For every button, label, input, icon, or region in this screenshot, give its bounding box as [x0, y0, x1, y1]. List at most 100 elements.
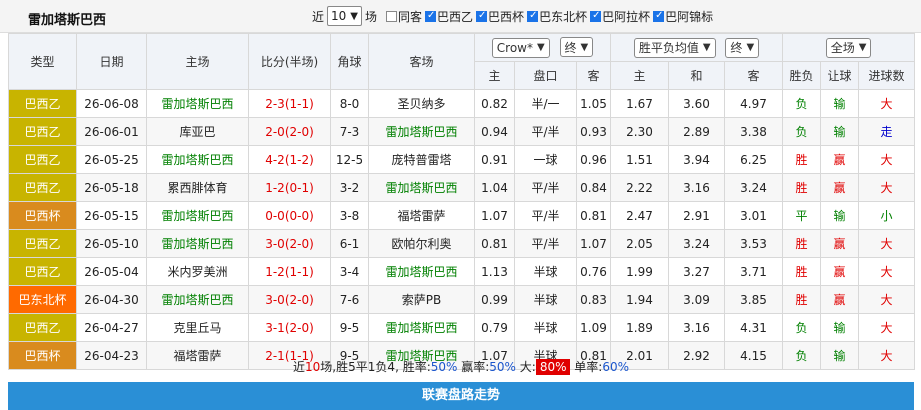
result-cell: 负	[782, 89, 822, 118]
corner-score: 3-4	[330, 257, 369, 286]
goals-result-cell: 大	[858, 285, 916, 314]
league-badge[interactable]: 巴西乙	[8, 313, 77, 342]
corner-score: 12-5	[330, 145, 369, 174]
eu-home-odds: 1.67	[610, 89, 669, 118]
match-score[interactable]: 1-2(1-1)	[248, 257, 331, 286]
games-count: 10	[305, 360, 321, 374]
handicap-result-cell: 输	[820, 89, 860, 118]
home-team[interactable]: 米内罗美洲	[146, 257, 249, 286]
match-score[interactable]: 2-3(1-1)	[248, 89, 331, 118]
league-badge[interactable]: 巴西乙	[8, 117, 77, 146]
table-row: 巴西乙 26-05-18 累西腓体育 1-2(0-1) 3-2 雷加塔斯巴西 1.04 平/半…	[8, 173, 916, 202]
match-score[interactable]: 3-0(2-0)	[248, 285, 331, 314]
league-checkbox-1[interactable]: 巴西乙	[425, 8, 473, 25]
goals-result-cell: 大	[858, 173, 916, 202]
eu-away-odds: 3.38	[723, 117, 784, 146]
table-row: 巴东北杯 26-04-30 雷加塔斯巴西 3-0(2-0) 7-6 索萨PB 0.99 半球 0…	[8, 285, 916, 314]
home-team[interactable]: 雷加塔斯巴西	[146, 285, 249, 314]
result-cell: 胜	[782, 257, 822, 286]
league-badge[interactable]: 巴东北杯	[8, 285, 77, 314]
league-badge[interactable]: 巴西杯	[8, 201, 77, 230]
eu-type-select[interactable]: 胜平负均值 ▼	[633, 37, 716, 58]
home-team[interactable]: 累西腓体育	[146, 173, 249, 202]
match-score[interactable]: 4-2(1-2)	[248, 145, 331, 174]
eu-away-odds: 3.24	[723, 173, 784, 202]
handicap-result-cell: 赢	[820, 285, 860, 314]
match-date: 26-06-01	[76, 117, 147, 146]
result-cell: 负	[782, 117, 822, 146]
recent-label: 近	[312, 9, 325, 24]
handicap-result-cell: 输	[820, 117, 860, 146]
match-date: 26-05-25	[76, 145, 147, 174]
table-row: 巴西乙 26-05-25 雷加塔斯巴西 4-2(1-2) 12-5 庞特普雷塔 0.91 一球…	[8, 145, 916, 174]
league-checkbox-5[interactable]: 巴阿锦标	[653, 8, 713, 25]
handicap-result-cell: 输	[820, 313, 860, 342]
match-date: 26-05-15	[76, 201, 147, 230]
league-checkbox-3[interactable]: 巴东北杯	[527, 8, 587, 25]
away-team[interactable]: 雷加塔斯巴西	[368, 257, 475, 286]
header-corner: 角球	[330, 33, 369, 90]
asian-away-odds: 0.83	[576, 285, 611, 314]
league-badge[interactable]: 巴西乙	[8, 229, 77, 258]
away-team[interactable]: 福塔雷萨	[368, 201, 475, 230]
away-team[interactable]: 索萨PB	[368, 285, 475, 314]
same-home-checkbox[interactable]: 同客	[386, 8, 422, 25]
handicap-line: 平/半	[514, 201, 577, 230]
league-badge[interactable]: 巴西乙	[8, 145, 77, 174]
asian-home-odds: 0.99	[474, 285, 515, 314]
away-team[interactable]: 雷加塔斯巴西	[368, 117, 475, 146]
asian-period-select[interactable]: 终 ▼	[559, 37, 594, 58]
corner-score: 6-1	[330, 229, 369, 258]
asian-away-odds: 0.96	[576, 145, 611, 174]
away-team[interactable]: 雷加塔斯巴西	[368, 173, 475, 202]
goals-result-cell: 大	[858, 89, 916, 118]
home-team[interactable]: 雷加塔斯巴西	[146, 201, 249, 230]
league-badge[interactable]: 巴西乙	[8, 89, 77, 118]
eu-draw-odds: 3.16	[668, 173, 725, 202]
league-checkbox-2[interactable]: 巴西杯	[476, 8, 524, 25]
match-count-select[interactable]: 10 ▼	[327, 6, 362, 26]
asian-away-odds: 0.93	[576, 117, 611, 146]
handicap-line: 半/一	[514, 89, 577, 118]
home-team[interactable]: 克里丘马	[146, 313, 249, 342]
match-date: 26-04-30	[76, 285, 147, 314]
asian-home-odds: 0.79	[474, 313, 515, 342]
league-trend-button[interactable]: 联赛盘路走势	[8, 382, 914, 410]
asian-away-odds: 0.84	[576, 173, 611, 202]
eu-home-odds: 1.89	[610, 313, 669, 342]
table-row: 巴西杯 26-05-15 雷加塔斯巴西 0-0(0-0) 3-8 福塔雷萨 1.07 平/半 0…	[8, 201, 916, 230]
away-team[interactable]: 庞特普雷塔	[368, 145, 475, 174]
checkbox-checked-icon	[590, 10, 602, 22]
header-eu-odds: 胜平负均值 ▼ 终 ▼	[609, 33, 784, 62]
corner-score: 8-0	[330, 89, 369, 118]
eu-away-odds: 3.85	[723, 285, 784, 314]
match-score[interactable]: 3-0(2-0)	[248, 229, 331, 258]
league-checkbox-4[interactable]: 巴阿拉杯	[590, 8, 650, 25]
league-badge[interactable]: 巴西乙	[8, 257, 77, 286]
chevron-down-icon: ▼	[580, 41, 589, 53]
result-cell: 胜	[782, 285, 822, 314]
match-score[interactable]: 2-0(2-0)	[248, 117, 331, 146]
corner-score: 7-6	[330, 285, 369, 314]
asian-away-odds: 0.81	[576, 201, 611, 230]
match-score[interactable]: 1-2(0-1)	[248, 173, 331, 202]
subheader-asian-away: 客	[576, 61, 611, 90]
match-score[interactable]: 0-0(0-0)	[248, 201, 331, 230]
league-badge[interactable]: 巴西乙	[8, 173, 77, 202]
away-team[interactable]: 雷加塔斯巴西	[368, 313, 475, 342]
match-score[interactable]: 3-1(2-0)	[248, 313, 331, 342]
home-team[interactable]: 库亚巴	[146, 117, 249, 146]
home-team[interactable]: 雷加塔斯巴西	[146, 145, 249, 174]
table-row: 巴西乙 26-06-01 库亚巴 2-0(2-0) 7-3 雷加塔斯巴西 0.94 平/半 0.…	[8, 117, 916, 146]
header-home: 主场	[146, 33, 249, 90]
away-team[interactable]: 圣贝纳多	[368, 89, 475, 118]
eu-period-select[interactable]: 终 ▼	[725, 37, 760, 58]
subheader-handicap: 盘口	[514, 61, 577, 90]
home-team[interactable]: 雷加塔斯巴西	[146, 89, 249, 118]
bookmaker-select[interactable]: Crow* ▼	[491, 37, 550, 58]
away-team[interactable]: 欧帕尔利奥	[368, 229, 475, 258]
asian-away-odds: 1.07	[576, 229, 611, 258]
handicap-result-cell: 赢	[820, 257, 860, 286]
home-team[interactable]: 雷加塔斯巴西	[146, 229, 249, 258]
range-select[interactable]: 全场 ▼	[825, 37, 872, 58]
